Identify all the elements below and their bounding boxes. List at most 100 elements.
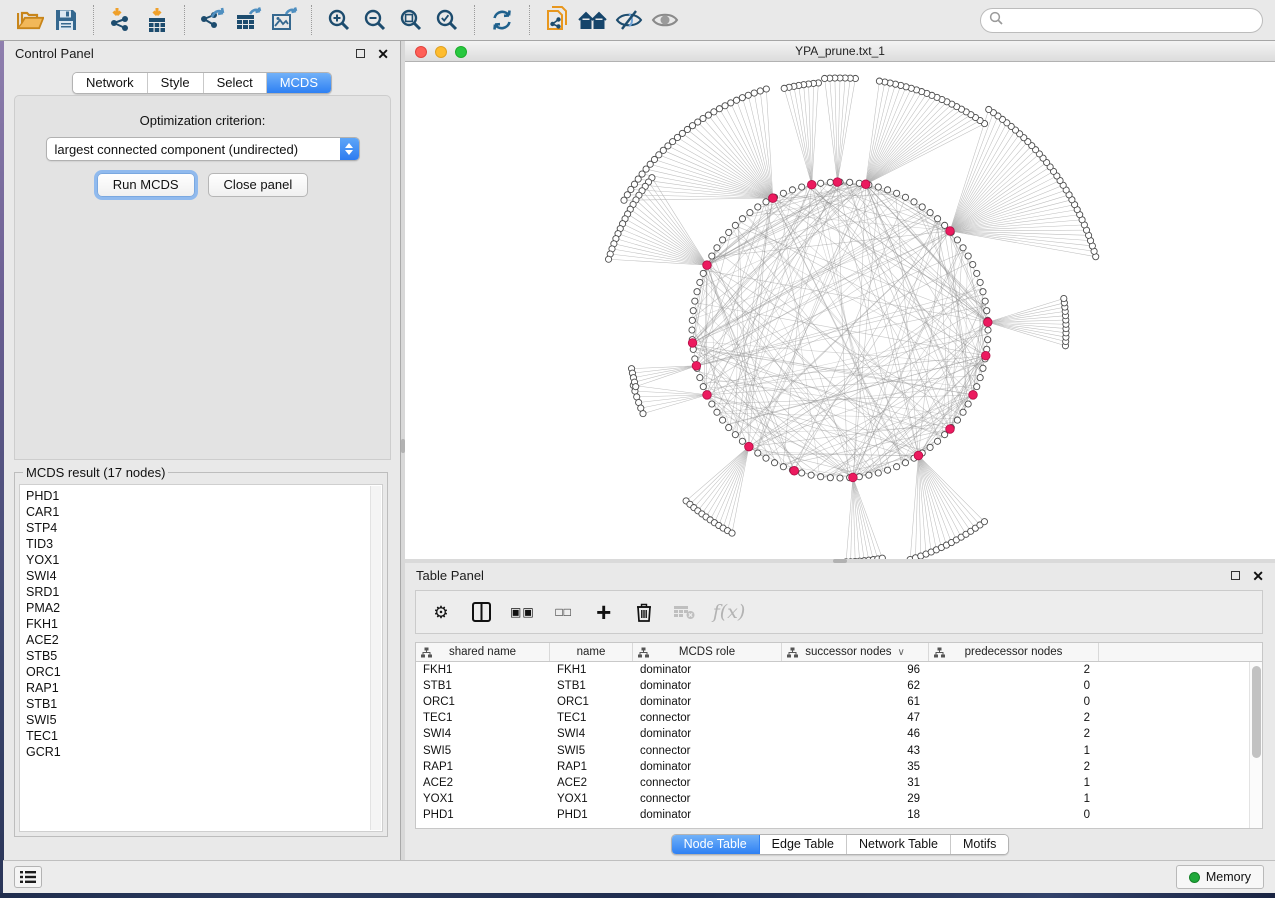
tab-style[interactable]: Style [148, 73, 204, 93]
hide-selected-icon[interactable] [611, 4, 647, 36]
mcds-node[interactable]: STB5 [26, 648, 382, 664]
close-panel-icon[interactable]: ✕ [377, 47, 389, 61]
search-box[interactable] [980, 8, 1263, 33]
close-panel-icon[interactable]: ✕ [1252, 569, 1264, 583]
table-tabs: Node TableEdge TableNetwork TableMotifs [671, 834, 1010, 855]
mcds-node[interactable]: SRD1 [26, 584, 382, 600]
float-panel-icon[interactable] [356, 49, 365, 58]
table-row[interactable]: SWI4SWI4dominator462 [416, 726, 1262, 742]
table-row[interactable]: SWI5SWI5connector431 [416, 742, 1262, 758]
mcds-result-list[interactable]: PHD1CAR1STP4TID3YOX1SWI4SRD1PMA2FKH1ACE2… [19, 484, 383, 832]
cell-successor-nodes: 35 [782, 761, 929, 773]
column-header-shared-name[interactable]: shared name [416, 643, 550, 661]
table-row[interactable]: ORC1ORC1dominator610 [416, 694, 1262, 710]
mcds-node[interactable]: FKH1 [26, 616, 382, 632]
table-settings-icon[interactable]: ⚙ [430, 599, 452, 625]
mcds-node[interactable]: PMA2 [26, 600, 382, 616]
cell-name: STB1 [550, 680, 633, 692]
close-panel-button[interactable]: Close panel [208, 173, 309, 197]
task-history-button[interactable] [14, 866, 42, 888]
tab-edge-table[interactable]: Edge Table [760, 835, 847, 854]
table-row[interactable]: TEC1TEC1connector472 [416, 710, 1262, 726]
zoom-out-icon[interactable] [357, 4, 393, 36]
run-mcds-button[interactable]: Run MCDS [97, 173, 195, 197]
tab-node-table[interactable]: Node Table [672, 835, 760, 854]
mcds-node[interactable]: ORC1 [26, 664, 382, 680]
table-panel-title: Table Panel [416, 568, 484, 583]
show-columns-icon[interactable] [470, 599, 492, 625]
save-session-icon[interactable] [48, 4, 84, 36]
add-column-icon[interactable]: + [593, 599, 615, 625]
network-canvas[interactable] [405, 62, 1275, 559]
zoom-fit-icon[interactable] [393, 4, 429, 36]
float-panel-icon[interactable] [1231, 571, 1240, 580]
column-label: shared name [449, 646, 516, 658]
table-panel: Table Panel ✕ ⚙ ▣▣ □□ + f(x) shared name… [405, 563, 1275, 860]
table-row[interactable]: PHD1PHD1dominator180 [416, 807, 1262, 823]
mcds-list-scrollbar[interactable] [370, 486, 381, 830]
mcds-node[interactable]: GCR1 [26, 744, 382, 760]
clone-network-icon[interactable] [539, 4, 575, 36]
table-row[interactable]: STB1STB1dominator620 [416, 678, 1262, 694]
tab-network[interactable]: Network [73, 73, 148, 93]
deselect-all-rows-icon[interactable]: □□ [553, 599, 575, 625]
mcds-node[interactable]: YOX1 [26, 552, 382, 568]
export-image-icon[interactable] [266, 4, 302, 36]
maximize-window-icon[interactable] [455, 46, 467, 58]
export-network-icon[interactable] [194, 4, 230, 36]
memory-button[interactable]: Memory [1176, 865, 1264, 889]
mcds-node[interactable]: PHD1 [26, 488, 382, 504]
mcds-node[interactable]: SWI4 [26, 568, 382, 584]
tab-motifs[interactable]: Motifs [951, 835, 1008, 854]
search-input[interactable] [1007, 13, 1254, 27]
tab-network-table[interactable]: Network Table [847, 835, 951, 854]
column-header-predecessor-nodes[interactable]: predecessor nodes [929, 643, 1099, 661]
mcds-node[interactable]: TID3 [26, 536, 382, 552]
column-header-mcds-role[interactable]: MCDS role [633, 643, 782, 661]
column-header-successor-nodes[interactable]: successor nodes∨ [782, 643, 929, 661]
tab-select[interactable]: Select [204, 73, 267, 93]
network-window-titlebar[interactable]: YPA_prune.txt_1 [405, 41, 1275, 62]
zoom-in-icon[interactable] [321, 4, 357, 36]
mcds-node[interactable]: STP4 [26, 520, 382, 536]
cell-shared-name: SWI5 [416, 745, 550, 757]
column-label: predecessor nodes [965, 646, 1063, 658]
table-row[interactable]: FKH1FKH1dominator962 [416, 662, 1262, 678]
control-panel: Control Panel ✕ NetworkStyleSelectMCDS O… [4, 41, 401, 860]
show-all-icon[interactable] [647, 4, 683, 36]
import-network-icon[interactable] [103, 4, 139, 36]
table-row[interactable]: YOX1YOX1connector291 [416, 791, 1262, 807]
minimize-window-icon[interactable] [435, 46, 447, 58]
column-label: MCDS role [679, 646, 735, 658]
application-window: Control Panel ✕ NetworkStyleSelectMCDS O… [0, 0, 1275, 898]
mcds-node[interactable]: STB1 [26, 696, 382, 712]
mcds-node[interactable]: ACE2 [26, 632, 382, 648]
delete-column-icon[interactable] [633, 599, 655, 625]
scrollbar-thumb[interactable] [1252, 666, 1261, 758]
import-table-icon[interactable] [139, 4, 175, 36]
tab-mcds[interactable]: MCDS [267, 73, 331, 93]
export-table-icon[interactable] [230, 4, 266, 36]
node-table[interactable]: shared name name MCDS role successor nodes∨… [415, 642, 1263, 829]
close-window-icon[interactable] [415, 46, 427, 58]
table-scrollbar[interactable] [1249, 662, 1262, 828]
cell-shared-name: ACE2 [416, 777, 550, 789]
sort-descending-icon: ∨ [897, 647, 904, 658]
mcds-node[interactable]: CAR1 [26, 504, 382, 520]
column-header-name[interactable]: name [550, 643, 633, 661]
first-neighbors-icon[interactable] [575, 4, 611, 36]
open-session-icon[interactable] [12, 4, 48, 36]
mcds-node[interactable]: RAP1 [26, 680, 382, 696]
optimization-criterion-select[interactable]: largest connected component (undirected) [46, 137, 360, 161]
zoom-selected-icon[interactable] [429, 4, 465, 36]
control-panel-tabs: NetworkStyleSelectMCDS [72, 72, 332, 94]
cell-shared-name: STB1 [416, 680, 550, 692]
table-row[interactable]: RAP1RAP1dominator352 [416, 759, 1262, 775]
network-graph[interactable] [405, 62, 1275, 559]
table-row[interactable]: ACE2ACE2connector311 [416, 775, 1262, 791]
mcds-node[interactable]: TEC1 [26, 728, 382, 744]
apply-layout-icon[interactable] [484, 4, 520, 36]
mcds-node[interactable]: SWI5 [26, 712, 382, 728]
cell-successor-nodes: 43 [782, 745, 929, 757]
select-all-rows-icon[interactable]: ▣▣ [510, 599, 535, 625]
